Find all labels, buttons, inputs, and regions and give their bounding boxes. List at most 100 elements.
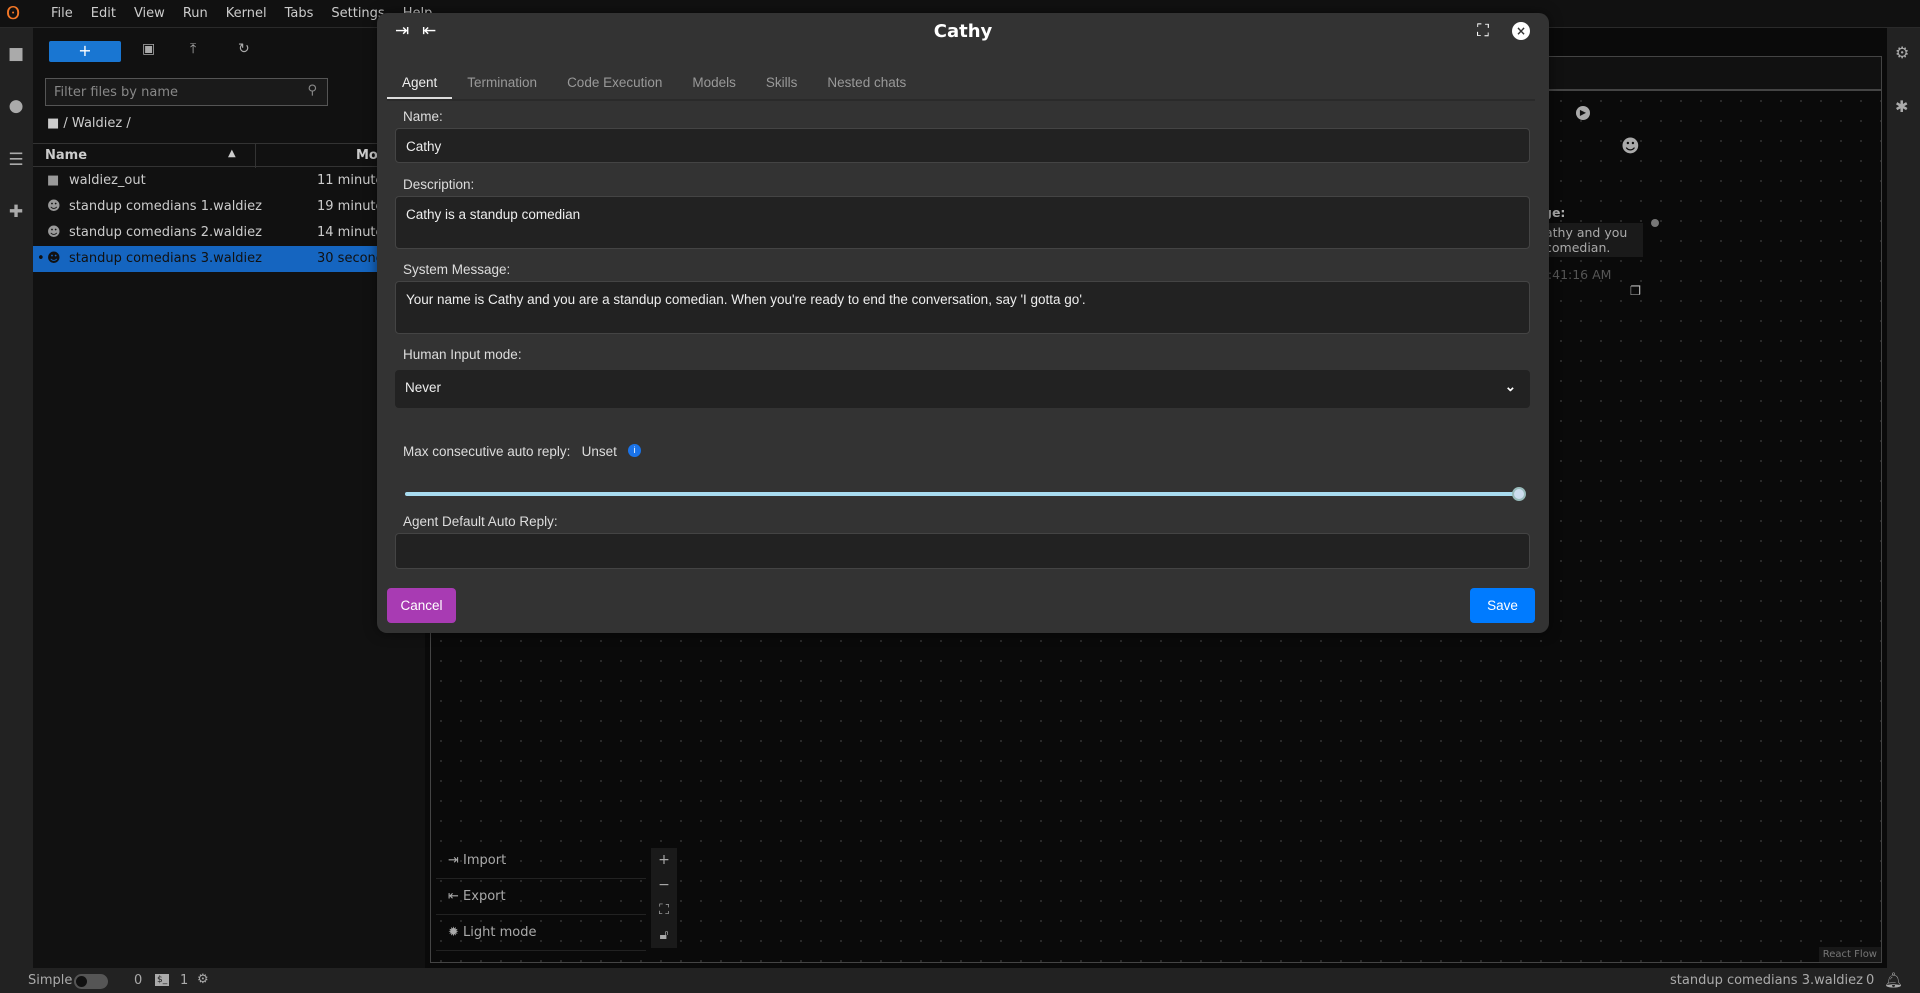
file-row[interactable]: ☻ standup comedians 2.waldiez 14 minute xyxy=(33,220,424,246)
node-timestamp: 10:41:16 AM xyxy=(1532,267,1612,282)
human-input-value: Never xyxy=(405,380,442,395)
modal-tabs: Agent Termination Code Execution Models … xyxy=(387,63,1535,101)
terminal-count[interactable]: 1 xyxy=(180,973,188,988)
cancel-button[interactable]: Cancel xyxy=(387,588,456,623)
file-modified: 11 minute xyxy=(317,173,384,188)
description-textarea[interactable]: Cathy is a standup comedian xyxy=(395,196,1530,249)
simple-mode-toggle[interactable] xyxy=(74,974,108,989)
run-icon[interactable]: ▶ xyxy=(1576,106,1590,120)
node-field-label: ge: xyxy=(1543,205,1566,220)
info-icon[interactable]: i xyxy=(628,444,642,457)
fullscreen-icon[interactable]: ⛶ xyxy=(1477,21,1489,41)
flow-side-panel: ⇥ Import ⇤ Export ✹ Light mode xyxy=(436,843,646,958)
notification-count[interactable]: 0 xyxy=(1866,973,1874,988)
default-reply-label: Agent Default Auto Reply: xyxy=(403,514,558,529)
upload-icon[interactable]: ⤒ xyxy=(190,41,196,57)
menu-view[interactable]: View xyxy=(125,0,174,28)
toc-icon[interactable]: ☰ xyxy=(6,150,26,170)
file-browser: + ▣ ⤒ ↻ Filter files by name ⚲ ■ / Waldie… xyxy=(33,28,424,968)
flow-controls: + − ⛶ 🔓︎ xyxy=(651,848,677,948)
menu-file[interactable]: File xyxy=(42,0,82,28)
column-divider[interactable] xyxy=(255,144,256,168)
max-reply-label: Max consecutive auto reply: xyxy=(403,444,571,459)
import-label: Import xyxy=(463,853,507,868)
chevron-down-icon: ⌄ xyxy=(1504,379,1516,394)
menu-run[interactable]: Run xyxy=(174,0,217,28)
import-button[interactable]: ⇥ Import xyxy=(436,843,646,879)
new-folder-icon[interactable]: ▣ xyxy=(142,41,155,57)
tab-skills[interactable]: Skills xyxy=(751,63,813,99)
name-input[interactable]: Cathy xyxy=(395,128,1530,163)
description-label: Description: xyxy=(403,177,475,192)
agent-avatar-icon: ☻ xyxy=(1621,136,1640,157)
cpu-icon: ⚙ xyxy=(197,972,209,987)
file-modified: 19 minute xyxy=(317,199,384,214)
column-name[interactable]: Name xyxy=(45,148,87,163)
running-icon[interactable]: ● xyxy=(6,96,26,116)
menu-kernel[interactable]: Kernel xyxy=(217,0,276,28)
file-row[interactable]: ☻ standup comedians 1.waldiez 19 minute xyxy=(33,194,424,220)
lock-icon[interactable]: 🔓︎ xyxy=(651,923,677,948)
file-name: standup comedians 3.waldiez xyxy=(69,251,262,266)
zoom-out-icon[interactable]: − xyxy=(651,873,677,898)
node-handle[interactable] xyxy=(1651,219,1659,227)
light-mode-label: Light mode xyxy=(463,925,537,940)
column-modified[interactable]: Mo xyxy=(356,148,378,163)
human-input-select[interactable]: Never ⌄ xyxy=(395,370,1530,408)
file-row-selected[interactable]: • ☻ standup comedians 3.waldiez 30 second xyxy=(33,246,424,272)
file-name: waldiez_out xyxy=(69,173,146,188)
human-input-label: Human Input mode: xyxy=(403,347,522,362)
folder-icon: ■ xyxy=(47,173,60,188)
export-button[interactable]: ⇤ Export xyxy=(436,879,646,915)
kernel-count[interactable]: 0 xyxy=(134,973,142,988)
debugger-bug-icon[interactable]: ✱ xyxy=(1895,97,1908,116)
terminal-icon: $_ xyxy=(155,974,170,986)
file-row[interactable]: ■ waldiez_out 11 minute xyxy=(33,168,424,194)
folder-icon: ■ xyxy=(47,116,64,131)
modal-title: Cathy xyxy=(933,21,993,42)
zoom-in-icon[interactable]: + xyxy=(651,848,677,873)
sun-icon: ✹ xyxy=(448,925,464,940)
sort-asc-icon: ▲ xyxy=(228,148,236,159)
current-file: standup comedians 3.waldiez xyxy=(1670,973,1863,988)
extension-icon[interactable]: ✚ xyxy=(6,202,26,222)
tab-code-execution[interactable]: Code Execution xyxy=(552,63,677,99)
export-label: Export xyxy=(463,889,506,904)
slider-thumb[interactable] xyxy=(1512,487,1526,501)
light-mode-button[interactable]: ✹ Light mode xyxy=(436,915,646,951)
agent-modal: ⇥ ⇤ Cathy ⛶ × Agent Termination Code Exe… xyxy=(377,13,1549,633)
right-sidebar: ⚙ ✱ xyxy=(1887,28,1920,968)
max-reply-value: Unset xyxy=(581,444,617,459)
jupyter-logo-icon: ʘ xyxy=(6,3,21,24)
tab-termination[interactable]: Termination xyxy=(452,63,552,99)
save-button[interactable]: Save xyxy=(1470,588,1535,623)
max-reply-slider[interactable] xyxy=(405,487,1526,501)
file-list-header: Name ▲ Mo xyxy=(33,143,424,168)
waldiez-file-icon: ☻ xyxy=(47,251,61,266)
system-message-textarea[interactable]: Your name is Cathy and you are a standup… xyxy=(395,281,1530,334)
default-reply-input[interactable] xyxy=(395,533,1530,569)
menu-edit[interactable]: Edit xyxy=(82,0,125,28)
waldiez-file-icon: ☻ xyxy=(47,199,61,214)
tab-agent[interactable]: Agent xyxy=(387,63,453,99)
file-name: standup comedians 2.waldiez xyxy=(69,225,262,240)
fit-view-icon[interactable]: ⛶ xyxy=(651,898,677,923)
copy-icon[interactable]: ❐ xyxy=(1630,283,1641,298)
name-label: Name: xyxy=(403,109,443,124)
menu-tabs[interactable]: Tabs xyxy=(276,0,323,28)
breadcrumb[interactable]: ■ / Waldiez / xyxy=(47,116,131,131)
refresh-icon[interactable]: ↻ xyxy=(238,41,250,57)
new-launcher-button[interactable]: + xyxy=(49,41,121,62)
file-modified: 30 second xyxy=(317,251,385,266)
close-icon[interactable]: × xyxy=(1512,22,1530,40)
filter-input[interactable]: Filter files by name ⚲ xyxy=(45,78,328,106)
bell-icon[interactable]: 🔔︎ xyxy=(1884,971,1903,989)
waldiez-file-icon: ☻ xyxy=(47,225,61,240)
tab-nested-chats[interactable]: Nested chats xyxy=(812,63,921,99)
tab-models[interactable]: Models xyxy=(677,63,751,99)
folder-icon[interactable]: ■ xyxy=(6,44,26,64)
file-name: standup comedians 1.waldiez xyxy=(69,199,262,214)
react-flow-attribution[interactable]: React Flow xyxy=(1818,947,1881,962)
node-system-message[interactable]: athy and you comedian. xyxy=(1543,223,1643,257)
settings-gears-icon[interactable]: ⚙ xyxy=(1895,43,1909,62)
